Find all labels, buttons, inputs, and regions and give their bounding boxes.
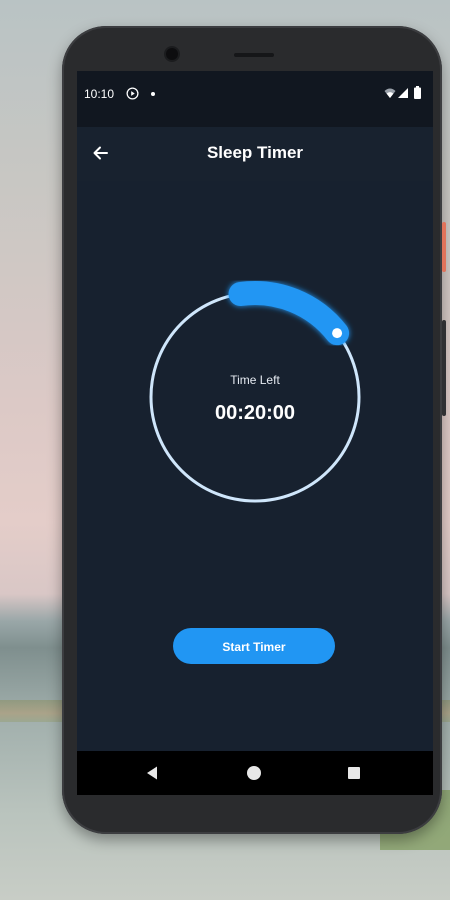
start-timer-button[interactable]: Start Timer bbox=[173, 628, 335, 664]
time-left-value: 00:20:00 bbox=[214, 402, 296, 424]
power-button bbox=[442, 222, 446, 272]
status-bar: 10:10 bbox=[77, 71, 433, 127]
wifi-icon bbox=[384, 88, 396, 98]
volume-button bbox=[442, 320, 446, 416]
dot-icon bbox=[151, 92, 155, 96]
timer-dial[interactable] bbox=[137, 271, 377, 511]
time-left-label: Time Left bbox=[230, 373, 280, 387]
page-title: Sleep Timer bbox=[206, 143, 304, 162]
wallpaper-background: 10:10 Sleep Timer Time Left 00:20:00 Sta… bbox=[0, 0, 450, 900]
timer-handle[interactable] bbox=[332, 328, 343, 339]
earpiece-speaker bbox=[234, 53, 274, 57]
status-time: 10:10 bbox=[84, 87, 115, 101]
front-camera-icon bbox=[166, 48, 178, 60]
play-icon bbox=[126, 87, 139, 100]
navigation-bar bbox=[77, 751, 433, 795]
signal-icon bbox=[398, 88, 408, 98]
app-screen: 10:10 Sleep Timer Time Left 00:20:00 Sta… bbox=[77, 71, 433, 795]
nav-back-icon[interactable] bbox=[145, 765, 159, 781]
nav-recents-icon[interactable] bbox=[348, 767, 360, 779]
battery-icon bbox=[414, 86, 421, 99]
app-bar: Sleep Timer bbox=[77, 127, 433, 181]
nav-home-icon[interactable] bbox=[247, 766, 261, 780]
phone-frame: 10:10 Sleep Timer Time Left 00:20:00 Sta… bbox=[62, 26, 446, 834]
timer-progress-arc bbox=[228, 281, 350, 346]
